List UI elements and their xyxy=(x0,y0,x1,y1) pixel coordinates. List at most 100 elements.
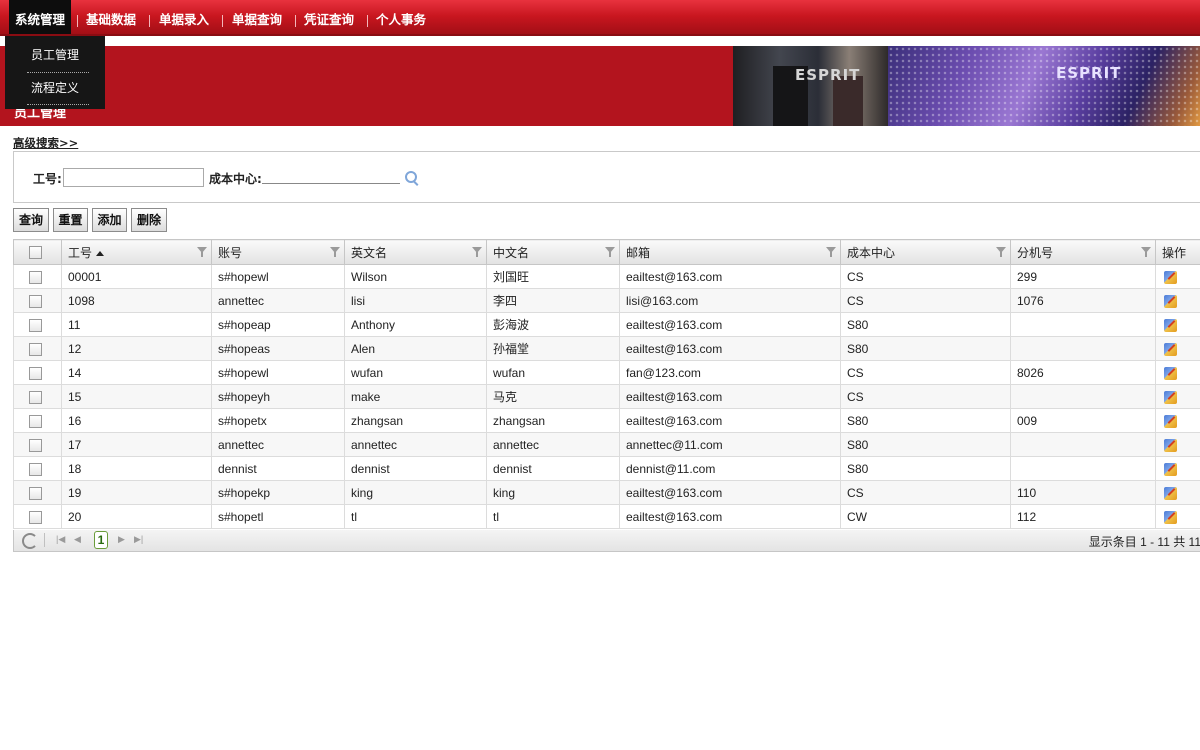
row-checkbox[interactable] xyxy=(29,510,42,524)
header-chinese-name[interactable]: 中文名 xyxy=(486,239,620,265)
prev-page-icon[interactable]: ◀ xyxy=(74,534,81,545)
filter-icon[interactable] xyxy=(472,247,482,257)
table-row[interactable]: 11 s#hopeap Anthony 彭海波 eailtest@163.com S80 xyxy=(13,312,1200,337)
header-emp-no[interactable]: 工号 xyxy=(61,239,212,265)
emp-no-input[interactable] xyxy=(63,168,204,187)
row-checkbox[interactable] xyxy=(29,390,42,404)
menu-item-process-definition[interactable]: 流程定义 xyxy=(5,73,105,103)
cell-select[interactable] xyxy=(13,432,62,457)
table-row[interactable]: 17 annettec annettec annettec annettec@11.co… xyxy=(13,432,1200,457)
add-button[interactable]: 添加 xyxy=(92,208,127,232)
filter-icon[interactable] xyxy=(605,247,615,257)
table-row[interactable]: 14 s#hopewl wufan wufan fan@123.com CS 8026 xyxy=(13,360,1200,385)
cell-extension xyxy=(1010,456,1156,481)
cell-account: annettec xyxy=(211,432,345,457)
filter-icon[interactable] xyxy=(197,247,207,257)
edit-icon[interactable] xyxy=(1164,390,1177,404)
filter-icon[interactable] xyxy=(1141,247,1151,257)
row-checkbox[interactable] xyxy=(29,462,42,476)
nav-document-query[interactable]: 单据查询 xyxy=(232,0,282,36)
edit-icon[interactable] xyxy=(1164,342,1177,356)
header-actions: 操作 xyxy=(1155,239,1200,265)
table-row[interactable]: 12 s#hopeas Alen 孙福堂 eailtest@163.com S80 xyxy=(13,336,1200,361)
cell-select[interactable] xyxy=(13,384,62,409)
table-row[interactable]: 00001 s#hopewl Wilson 刘国旺 eailtest@163.com CS… xyxy=(13,264,1200,289)
nav-document-entry[interactable]: 单据录入 xyxy=(159,0,209,36)
row-checkbox[interactable] xyxy=(29,318,42,332)
table-row[interactable]: 15 s#hopeyh make 马克 eailtest@163.com CS xyxy=(13,384,1200,409)
edit-icon[interactable] xyxy=(1164,414,1177,428)
edit-icon[interactable] xyxy=(1164,486,1177,500)
header-select-all[interactable] xyxy=(13,239,62,265)
current-page-number[interactable]: 1 xyxy=(94,531,108,549)
cell-select[interactable] xyxy=(13,264,62,289)
edit-icon[interactable] xyxy=(1164,366,1177,380)
row-checkbox[interactable] xyxy=(29,270,42,284)
facade-pattern xyxy=(888,46,1200,126)
cell-select[interactable] xyxy=(13,456,62,481)
cell-english-name: annettec xyxy=(344,432,487,457)
edit-icon[interactable] xyxy=(1164,510,1177,524)
header-english-name[interactable]: 英文名 xyxy=(344,239,487,265)
cost-center-input[interactable] xyxy=(262,167,400,184)
table-row[interactable]: 16 s#hopetx zhangsan zhangsan eailtest@163.c… xyxy=(13,408,1200,433)
cell-select[interactable] xyxy=(13,336,62,361)
row-checkbox[interactable] xyxy=(29,294,42,308)
nav-separator xyxy=(367,15,368,27)
edit-icon[interactable] xyxy=(1164,294,1177,308)
row-checkbox[interactable] xyxy=(29,438,42,452)
edit-icon[interactable] xyxy=(1164,318,1177,332)
search-icon[interactable] xyxy=(405,171,417,183)
nav-system-management[interactable]: 系统管理 xyxy=(9,0,72,36)
cell-account: s#hopeap xyxy=(211,312,345,337)
header-email[interactable]: 邮箱 xyxy=(619,239,841,265)
brand-logo: ESPRIT xyxy=(1056,64,1122,82)
filter-icon[interactable] xyxy=(826,247,836,257)
nav-separator xyxy=(222,15,223,27)
cell-select[interactable] xyxy=(13,480,62,505)
row-checkbox[interactable] xyxy=(29,486,42,500)
cell-select[interactable] xyxy=(13,312,62,337)
nav-basic-data[interactable]: 基础数据 xyxy=(86,0,136,36)
header-cost-center[interactable]: 成本中心 xyxy=(840,239,1011,265)
query-button[interactable]: 查询 xyxy=(13,208,49,232)
first-page-icon[interactable]: |◀ xyxy=(56,534,65,545)
edit-icon[interactable] xyxy=(1164,462,1177,476)
cell-emp-no: 20 xyxy=(61,504,212,529)
cell-chinese-name: 刘国旺 xyxy=(486,264,620,289)
row-checkbox[interactable] xyxy=(29,366,42,380)
nav-personal-affairs[interactable]: 个人事务 xyxy=(376,0,426,36)
header-label: 中文名 xyxy=(493,245,530,260)
header-account[interactable]: 账号 xyxy=(211,239,345,265)
brand-logo: ESPRIT xyxy=(795,66,861,84)
header-extension[interactable]: 分机号 xyxy=(1010,239,1156,265)
table-row[interactable]: 20 s#hopetl tl tl eailtest@163.com CW 112 xyxy=(13,504,1200,529)
reset-button[interactable]: 重置 xyxy=(53,208,88,232)
next-page-icon[interactable]: ▶ xyxy=(118,534,125,545)
advanced-search-link[interactable]: 高级搜索>> xyxy=(13,135,78,151)
cell-select[interactable] xyxy=(13,504,62,529)
last-page-icon[interactable]: ▶| xyxy=(134,534,143,545)
nav-voucher-query[interactable]: 凭证查询 xyxy=(304,0,354,36)
row-checkbox[interactable] xyxy=(29,414,42,428)
cell-cost-center: S80 xyxy=(840,432,1011,457)
refresh-icon[interactable] xyxy=(22,533,38,549)
cell-email: fan@123.com xyxy=(619,360,841,385)
table-row[interactable]: 19 s#hopekp king king eailtest@163.com CS 110 xyxy=(13,480,1200,505)
header-label: 分机号 xyxy=(1017,245,1054,260)
cell-select[interactable] xyxy=(13,360,62,385)
row-checkbox[interactable] xyxy=(29,342,42,356)
cell-actions xyxy=(1155,264,1200,289)
cell-select[interactable] xyxy=(13,288,62,313)
select-all-checkbox[interactable] xyxy=(29,246,42,260)
delete-button[interactable]: 删除 xyxy=(131,208,167,232)
table-row[interactable]: 18 dennist dennist dennist dennist@11.com S80 xyxy=(13,456,1200,481)
table-row[interactable]: 1098 annettec lisi 李四 lisi@163.com CS 1076 xyxy=(13,288,1200,313)
menu-item-employee-management[interactable]: 员工管理 xyxy=(5,40,105,70)
edit-icon[interactable] xyxy=(1164,270,1177,284)
edit-icon[interactable] xyxy=(1164,438,1177,452)
filter-icon[interactable] xyxy=(996,247,1006,257)
cell-select[interactable] xyxy=(13,408,62,433)
cell-account: s#hopekp xyxy=(211,480,345,505)
filter-icon[interactable] xyxy=(330,247,340,257)
